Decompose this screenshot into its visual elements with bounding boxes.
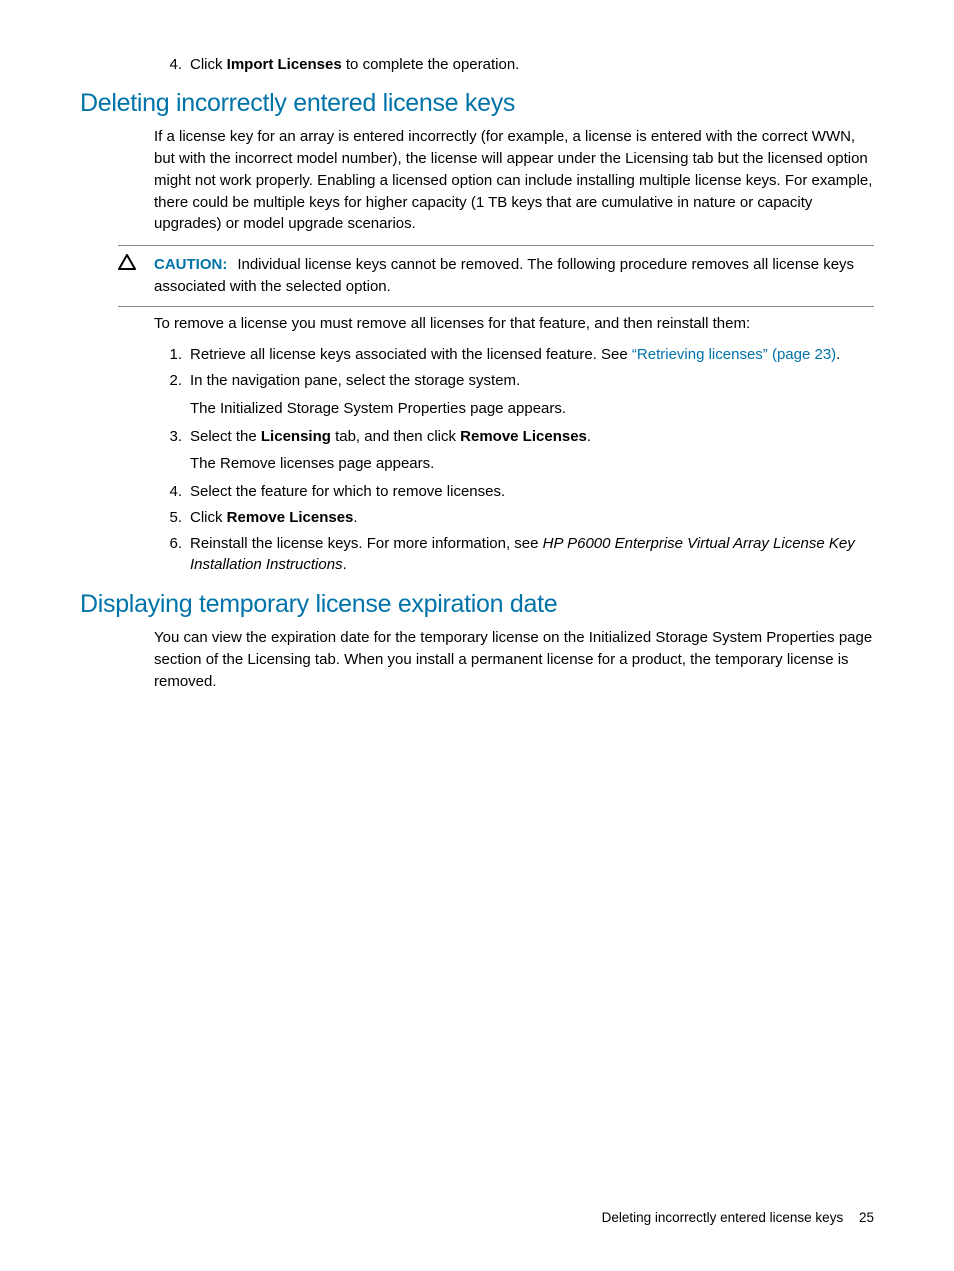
page-footer: Deleting incorrectly entered license key… [602, 1210, 874, 1225]
footer-section-title: Deleting incorrectly entered license key… [602, 1210, 844, 1225]
step-text: Retrieve all license keys associated wit… [190, 346, 632, 363]
page-content: 4. Click Import Licenses to complete the… [0, 0, 954, 692]
remove-step-3: 3. Select the Licensing tab, and then cl… [190, 426, 874, 476]
remove-step-4: 4. Select the feature for which to remov… [190, 481, 874, 503]
remove-step-1: 1. Retrieve all license keys associated … [190, 344, 874, 366]
step-text-suffix: . [836, 346, 840, 363]
step-number: 6. [162, 533, 182, 555]
step-text: In the navigation pane, select the stora… [190, 372, 520, 389]
remove-licenses-button-label: Remove Licenses [227, 509, 354, 526]
top-step-list: 4. Click Import Licenses to complete the… [80, 55, 874, 75]
step-number: 4. [162, 55, 182, 75]
remove-step-5: 5. Click Remove Licenses. [190, 507, 874, 529]
remove-licenses-label: Remove Licenses [460, 428, 587, 445]
licensing-tab-label: Licensing [261, 428, 331, 445]
step-subtext: The Initialized Storage System Propertie… [190, 398, 874, 420]
step-text-prefix: Click [190, 56, 227, 73]
paragraph-displaying: You can view the expiration date for the… [154, 627, 874, 692]
paragraph-deleting: If a license key for an array is entered… [154, 126, 874, 235]
caution-text: Individual license keys cannot be remove… [154, 256, 854, 295]
caution-label: CAUTION: [154, 256, 227, 273]
step-text: Select the feature for which to remove l… [190, 483, 505, 500]
step-text-suffix: to complete the operation. [342, 56, 520, 73]
caution-block: CAUTION:Individual license keys cannot b… [118, 245, 874, 307]
top-step-4: 4. Click Import Licenses to complete the… [190, 55, 874, 75]
step-number: 3. [162, 426, 182, 448]
step-subtext: The Remove licenses page appears. [190, 453, 874, 475]
step-text-prefix: Select the [190, 428, 261, 445]
heading-displaying-expiration: Displaying temporary license expiration … [80, 590, 874, 619]
caution-icon [118, 254, 136, 270]
step-number: 4. [162, 481, 182, 503]
step-text-mid: tab, and then click [331, 428, 460, 445]
step-text-suffix: . [353, 509, 357, 526]
step-text-suffix: . [343, 556, 347, 573]
step-number: 5. [162, 507, 182, 529]
paragraph-remove-intro: To remove a license you must remove all … [154, 313, 874, 335]
step-text-prefix: Reinstall the license keys. For more inf… [190, 535, 543, 552]
link-retrieving-licenses[interactable]: “Retrieving licenses” (page 23) [632, 346, 836, 363]
heading-deleting-keys: Deleting incorrectly entered license key… [80, 89, 874, 118]
import-licenses-label: Import Licenses [227, 56, 342, 73]
remove-step-6: 6. Reinstall the license keys. For more … [190, 533, 874, 577]
step-number: 2. [162, 370, 182, 392]
step-text-prefix: Click [190, 509, 227, 526]
step-number: 1. [162, 344, 182, 366]
page-number: 25 [859, 1210, 874, 1225]
remove-step-2: 2. In the navigation pane, select the st… [190, 370, 874, 420]
step-text-suffix: . [587, 428, 591, 445]
remove-steps-list: 1. Retrieve all license keys associated … [154, 344, 874, 576]
